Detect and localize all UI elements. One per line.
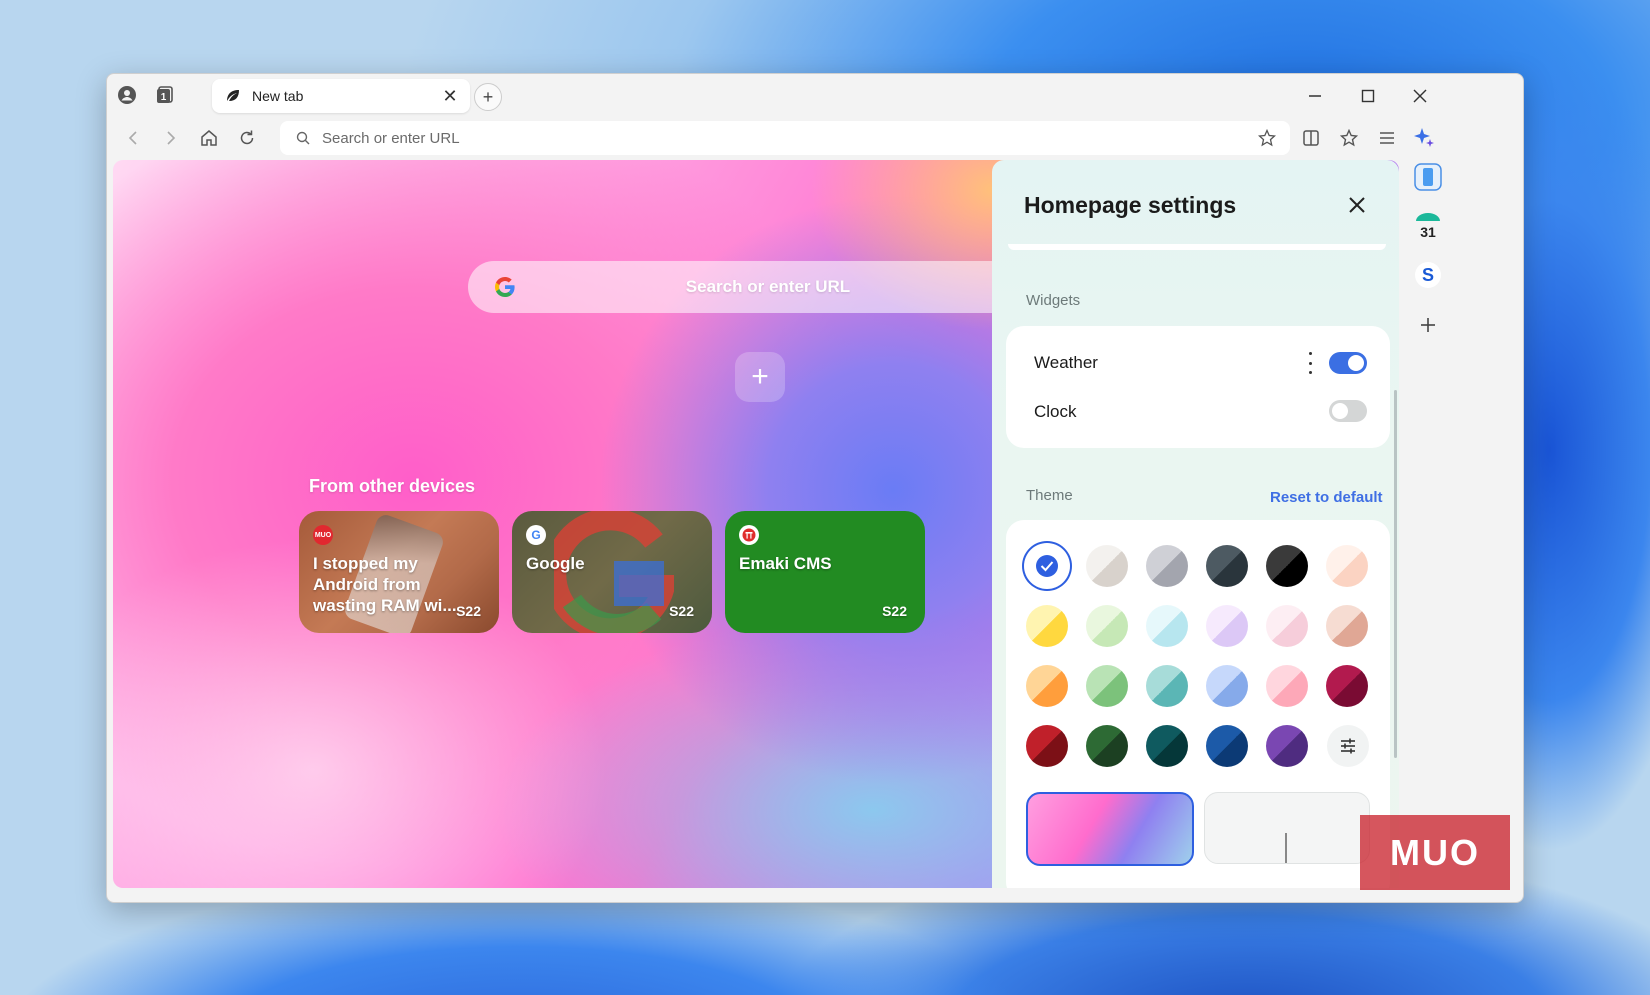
card-device: S22 — [882, 603, 907, 619]
workspaces-icon[interactable]: 1 — [153, 83, 177, 107]
theme-swatch[interactable] — [1206, 725, 1248, 767]
menu-icon[interactable] — [1373, 124, 1401, 152]
image-theme-selected[interactable] — [1026, 792, 1194, 866]
widgets-label: Widgets — [1026, 292, 1081, 309]
add-sidebar-app-icon[interactable] — [1413, 310, 1443, 340]
emaki-favicon — [739, 525, 759, 545]
theme-swatch[interactable] — [1266, 605, 1308, 647]
tab-title: New tab — [252, 88, 304, 104]
search-icon — [296, 131, 310, 145]
theme-swatch[interactable] — [1326, 665, 1368, 707]
clock-label: Clock — [1034, 402, 1077, 421]
theme-swatch[interactable] — [1086, 605, 1128, 647]
theme-swatch[interactable] — [1086, 545, 1128, 587]
calendar-icon[interactable]: 31 — [1413, 211, 1443, 241]
weather-toggle[interactable] — [1329, 352, 1367, 374]
card-title: Google — [526, 554, 585, 573]
leaf-icon — [224, 87, 242, 105]
reset-to-default-link[interactable]: Reset to default — [1270, 489, 1383, 506]
bookmarks-icon[interactable] — [1335, 124, 1363, 152]
theme-swatch[interactable] — [1146, 605, 1188, 647]
theme-swatch[interactable] — [1266, 545, 1308, 587]
theme-swatch[interactable] — [1026, 605, 1068, 647]
panel-title: Homepage settings — [1024, 192, 1237, 218]
theme-swatch[interactable] — [1146, 545, 1188, 587]
theme-swatch[interactable] — [1326, 605, 1368, 647]
bookmark-star-icon[interactable] — [1258, 129, 1276, 147]
add-shortcut-button[interactable]: + — [735, 352, 785, 402]
panel-scrollbar[interactable] — [1394, 390, 1397, 758]
tab-new-tab[interactable]: New tab ✕ — [212, 79, 470, 113]
device-tab-card[interactable]: Emaki CMS S22 — [725, 511, 925, 633]
title-bar: 1 New tab ✕ + — [107, 74, 1523, 118]
s-app-icon[interactable]: S — [1413, 260, 1443, 290]
home-button[interactable] — [195, 124, 223, 152]
minimize-button[interactable] — [1295, 82, 1335, 110]
split-view-icon[interactable] — [1297, 124, 1325, 152]
forward-button[interactable] — [157, 124, 185, 152]
theme-swatch[interactable] — [1026, 545, 1068, 587]
theme-swatch[interactable] — [1266, 725, 1308, 767]
homepage-settings-panel: Homepage settings Widgets Weather Clock … — [992, 160, 1399, 888]
theme-swatch[interactable] — [1146, 665, 1188, 707]
theme-swatch[interactable] — [1146, 725, 1188, 767]
devices-heading: From other devices — [309, 476, 476, 496]
card-title: Emaki CMS — [739, 554, 832, 573]
ai-sparkle-icon[interactable] — [1410, 124, 1438, 152]
muo-favicon: MUO — [313, 525, 333, 545]
card-device: S22 — [456, 603, 481, 619]
google-favicon: G — [526, 525, 546, 545]
reload-button[interactable] — [233, 124, 261, 152]
tab-close-icon[interactable]: ✕ — [440, 86, 460, 106]
theme-swatch[interactable] — [1026, 665, 1068, 707]
address-bar[interactable] — [280, 121, 1290, 155]
card-device: S22 — [669, 603, 694, 619]
weather-label: Weather — [1034, 353, 1098, 372]
theme-swatch[interactable] — [1206, 665, 1248, 707]
theme-swatch[interactable] — [1086, 665, 1128, 707]
muo-watermark-logo: MUO — [1360, 815, 1510, 890]
add-image-theme[interactable] — [1204, 792, 1370, 864]
address-input[interactable] — [320, 128, 1258, 148]
svg-text:1: 1 — [161, 92, 167, 103]
device-tab-card[interactable]: MUO I stopped my Android from wasting RA… — [299, 511, 499, 633]
browser-window: 1 New tab ✕ + Search or enter URL Search… — [106, 73, 1524, 903]
new-tab-button[interactable]: + — [474, 83, 502, 111]
toolbar — [107, 118, 1523, 158]
phone-sync-icon[interactable] — [1413, 162, 1443, 192]
close-window-button[interactable] — [1400, 82, 1440, 110]
theme-label: Theme — [1026, 487, 1073, 504]
svg-text:31: 31 — [1420, 224, 1436, 240]
theme-swatch[interactable] — [1206, 605, 1248, 647]
widgets-card: Weather Clock — [1006, 326, 1390, 448]
theme-swatch[interactable] — [1206, 545, 1248, 587]
weather-more-icon[interactable] — [1305, 352, 1315, 374]
maximize-button[interactable] — [1348, 82, 1388, 110]
device-tab-card[interactable]: G Google S22 — [512, 511, 712, 633]
back-button[interactable] — [119, 124, 147, 152]
home-search-placeholder: Search or enter URL — [685, 277, 851, 296]
panel-close-icon[interactable] — [1342, 190, 1372, 220]
theme-swatch[interactable] — [1086, 725, 1128, 767]
add-image-icon — [1285, 833, 1287, 863]
clock-toggle[interactable] — [1329, 400, 1367, 422]
theme-swatch[interactable] — [1266, 665, 1308, 707]
theme-card — [1006, 520, 1390, 888]
home-search-box[interactable]: Search or enter URL — [468, 261, 1068, 313]
svg-text:S: S — [1422, 265, 1434, 285]
theme-swatch[interactable] — [1326, 545, 1368, 587]
profile-icon[interactable] — [115, 83, 139, 107]
custom-theme-sliders-icon[interactable] — [1327, 725, 1369, 767]
checkmark-icon — [1036, 555, 1058, 577]
panel-previous-section — [1008, 244, 1386, 250]
theme-swatch[interactable] — [1026, 725, 1068, 767]
